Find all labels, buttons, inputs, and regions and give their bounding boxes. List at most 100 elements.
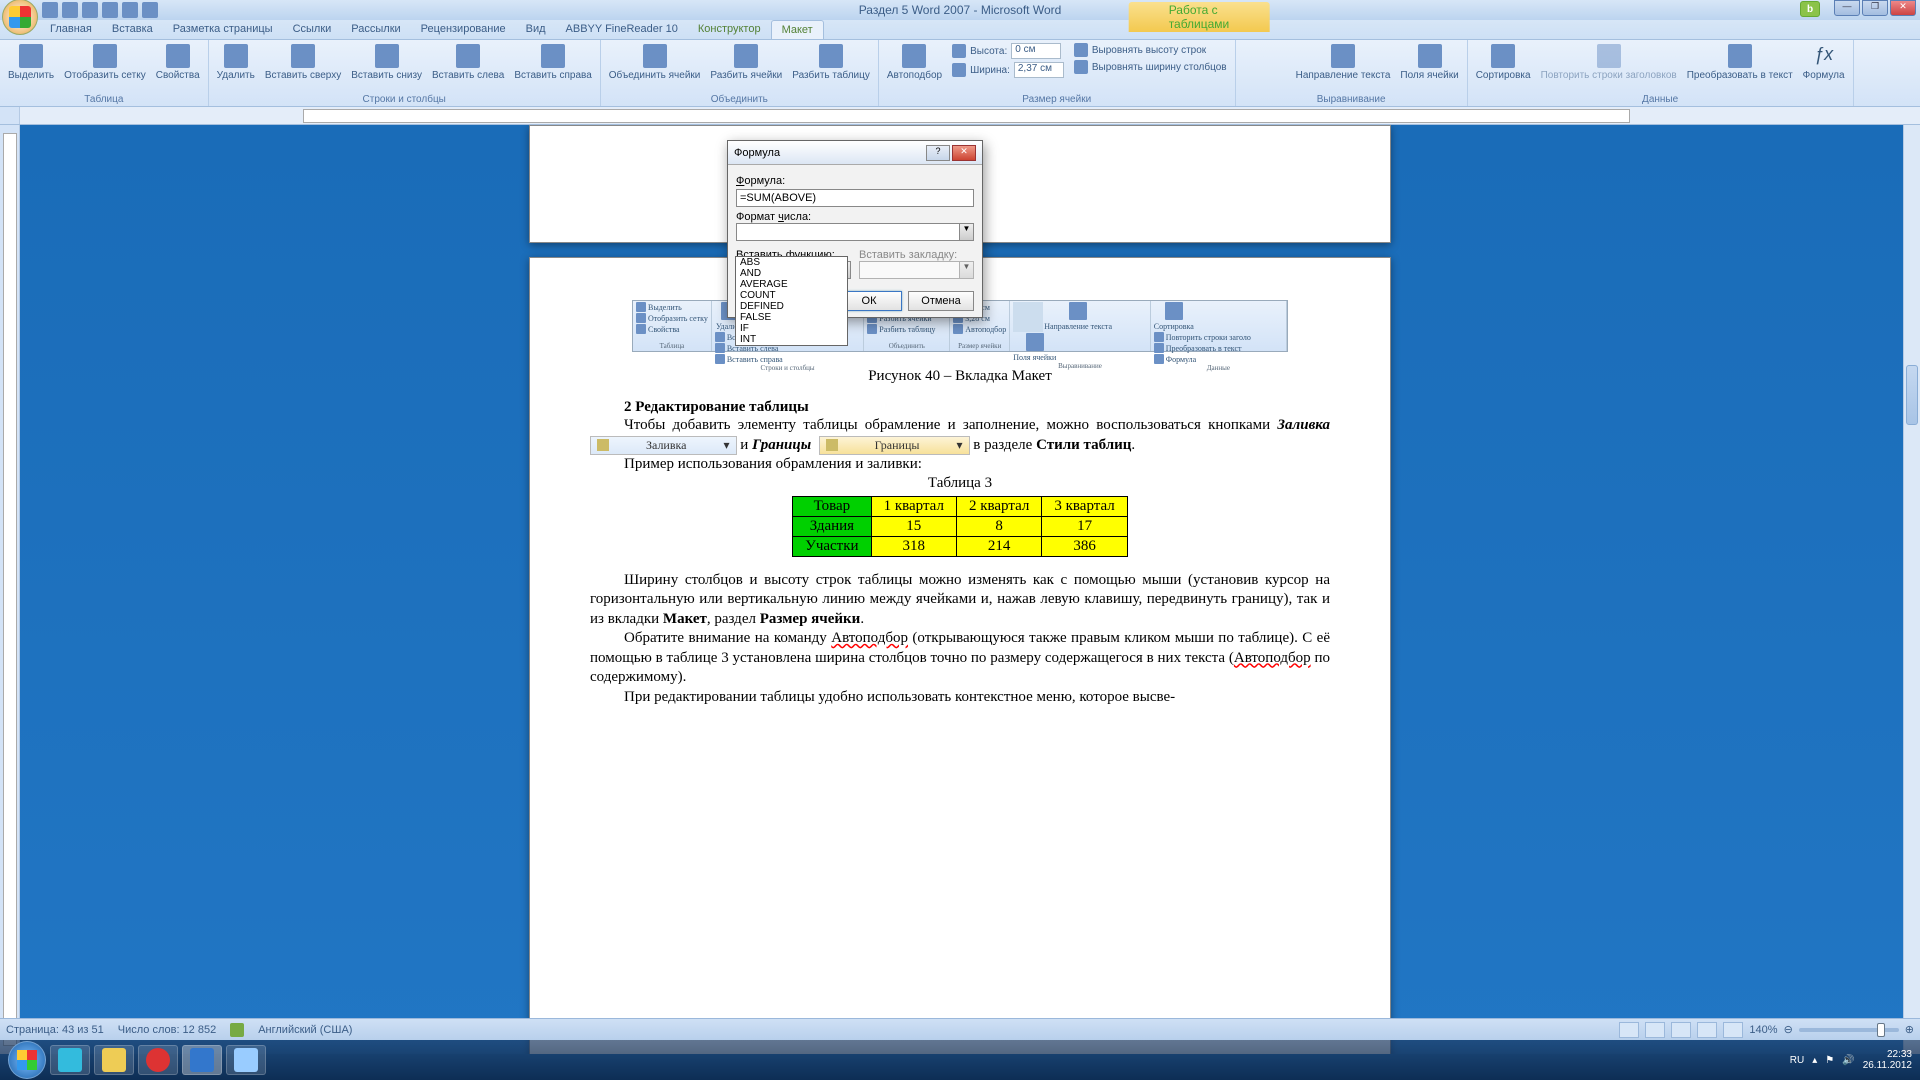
insert-left-button[interactable]: Вставить слева [428,42,508,83]
insert-right-button[interactable]: Вставить справа [510,42,595,83]
function-dropdown[interactable]: ABS AND AVERAGE COUNT DEFINED FALSE IF I… [735,256,848,346]
undo-icon[interactable] [62,2,78,18]
language-indicator[interactable]: Английский (США) [258,1024,352,1036]
merge-cells-button[interactable]: Объединить ячейки [605,42,705,83]
paragraph: Обратите внимание на команду Автоподбор … [590,629,1330,688]
bitrix-icon[interactable]: b [1800,1,1820,17]
tray-volume-icon[interactable]: 🔊 [1842,1055,1854,1066]
minimize-button[interactable]: — [1834,0,1860,16]
page-indicator[interactable]: Страница: 43 из 51 [6,1024,104,1036]
maximize-button[interactable]: ❐ [1862,0,1888,16]
page-current[interactable]: Выделить Отобразить сетку Свойства Табли… [529,257,1391,1054]
tab-view[interactable]: Вид [516,20,556,39]
distribute-cols-button[interactable]: Выровнять ширину столбцов [1070,59,1231,75]
qat-icon[interactable] [142,2,158,18]
web-layout-view-button[interactable] [1671,1022,1691,1038]
cancel-button[interactable]: Отмена [908,291,974,311]
office-button[interactable] [2,0,38,35]
vertical-ruler[interactable] [3,133,17,1046]
repeat-header-button[interactable]: Повторить строки заголовков [1537,42,1681,83]
draft-view-button[interactable] [1723,1022,1743,1038]
align-br-icon[interactable] [1274,70,1290,84]
dialog-titlebar[interactable]: Формула ? ✕ [728,141,982,165]
print-layout-view-button[interactable] [1619,1022,1639,1038]
align-bc-icon[interactable] [1257,70,1273,84]
dropdown-item[interactable]: IF [736,323,847,334]
input-language[interactable]: RU [1790,1055,1804,1066]
align-bl-icon[interactable] [1240,70,1256,84]
zoom-slider[interactable] [1799,1028,1899,1032]
align-tl-icon[interactable] [1240,42,1256,56]
horizontal-ruler[interactable] [303,109,1630,123]
align-tc-icon[interactable] [1257,42,1273,56]
height-input[interactable]: 0 см [1011,43,1061,59]
text-direction-button[interactable]: Направление текста [1292,42,1395,83]
taskbar-paint[interactable] [226,1045,266,1075]
qat-icon[interactable] [122,2,138,18]
tab-review[interactable]: Рецензирование [411,20,516,39]
autofit-button[interactable]: Автоподбор [883,42,946,83]
taskbar-opera[interactable] [138,1045,178,1075]
cell-margins-button[interactable]: Поля ячейки [1396,42,1462,83]
save-icon[interactable] [42,2,58,18]
tab-home[interactable]: Главная [40,20,102,39]
clock[interactable]: 22:33 26.11.2012 [1863,1049,1912,1071]
dialog-close-button[interactable]: ✕ [952,145,976,161]
number-format-select[interactable]: ▼ [736,223,974,241]
dropdown-item[interactable]: INT [736,334,847,345]
convert-to-text-button[interactable]: Преобразовать в текст [1683,42,1797,83]
tray-flag-icon[interactable]: ▴ [1812,1055,1817,1066]
start-button[interactable] [8,1041,46,1079]
full-screen-view-button[interactable] [1645,1022,1665,1038]
tab-mailings[interactable]: Рассылки [341,20,410,39]
align-ml-icon[interactable] [1240,56,1256,70]
zoom-out-button[interactable]: ⊖ [1784,1023,1793,1036]
dropdown-item[interactable]: DEFINED [736,301,847,312]
split-cells-button[interactable]: Разбить ячейки [706,42,786,83]
tab-design[interactable]: Конструктор [688,20,771,39]
tab-insert[interactable]: Вставка [102,20,163,39]
align-mc-icon[interactable] [1257,56,1273,70]
align-mr-icon[interactable] [1274,56,1290,70]
close-button[interactable]: ✕ [1890,0,1916,16]
zoom-in-button[interactable]: ⊕ [1905,1023,1914,1036]
split-table-button[interactable]: Разбить таблицу [788,42,874,83]
align-tr-icon[interactable] [1274,42,1290,56]
tray-network-icon[interactable]: ⚑ [1825,1055,1834,1066]
insert-below-button[interactable]: Вставить снизу [347,42,426,83]
sort-button[interactable]: Сортировка [1472,42,1535,83]
tab-layout[interactable]: Макет [771,20,824,39]
properties-button[interactable]: Свойства [152,42,204,83]
zoom-level[interactable]: 140% [1749,1024,1777,1036]
taskbar-explorer[interactable] [94,1045,134,1075]
redo-icon[interactable] [82,2,98,18]
tab-page-layout[interactable]: Разметка страницы [163,20,283,39]
word-count[interactable]: Число слов: 12 852 [118,1024,216,1036]
dropdown-item[interactable]: AVERAGE [736,279,847,290]
dropdown-item[interactable]: AND [736,268,847,279]
spell-check-icon[interactable] [230,1023,244,1037]
taskbar-ie[interactable] [50,1045,90,1075]
ruler-toggle[interactable] [0,107,20,124]
qat-icon[interactable] [102,2,118,18]
select-button[interactable]: Выделить [4,42,58,83]
outline-view-button[interactable] [1697,1022,1717,1038]
dropdown-item[interactable]: COUNT [736,290,847,301]
tab-abbyy[interactable]: ABBYY FineReader 10 [556,20,688,39]
formula-button[interactable]: ƒxФормула [1799,42,1849,83]
dropdown-item[interactable]: FALSE [736,312,847,323]
width-input[interactable]: 2,37 см [1014,62,1064,78]
delete-button[interactable]: Удалить [213,42,259,83]
scrollbar-thumb[interactable] [1906,365,1918,425]
view-gridlines-button[interactable]: Отобразить сетку [60,42,150,83]
dialog-help-button[interactable]: ? [926,145,950,161]
vertical-scrollbar[interactable] [1903,125,1920,1054]
zoom-slider-thumb[interactable] [1877,1023,1885,1037]
tab-references[interactable]: Ссылки [283,20,342,39]
taskbar-word[interactable] [182,1045,222,1075]
formula-input[interactable] [736,189,974,207]
distribute-rows-button[interactable]: Выровнять высоту строк [1070,42,1231,58]
paragraph: Чтобы добавить элементу таблицы обрамлен… [590,416,1330,455]
insert-above-button[interactable]: Вставить сверху [261,42,345,83]
dropdown-item[interactable]: ABS [736,257,847,268]
